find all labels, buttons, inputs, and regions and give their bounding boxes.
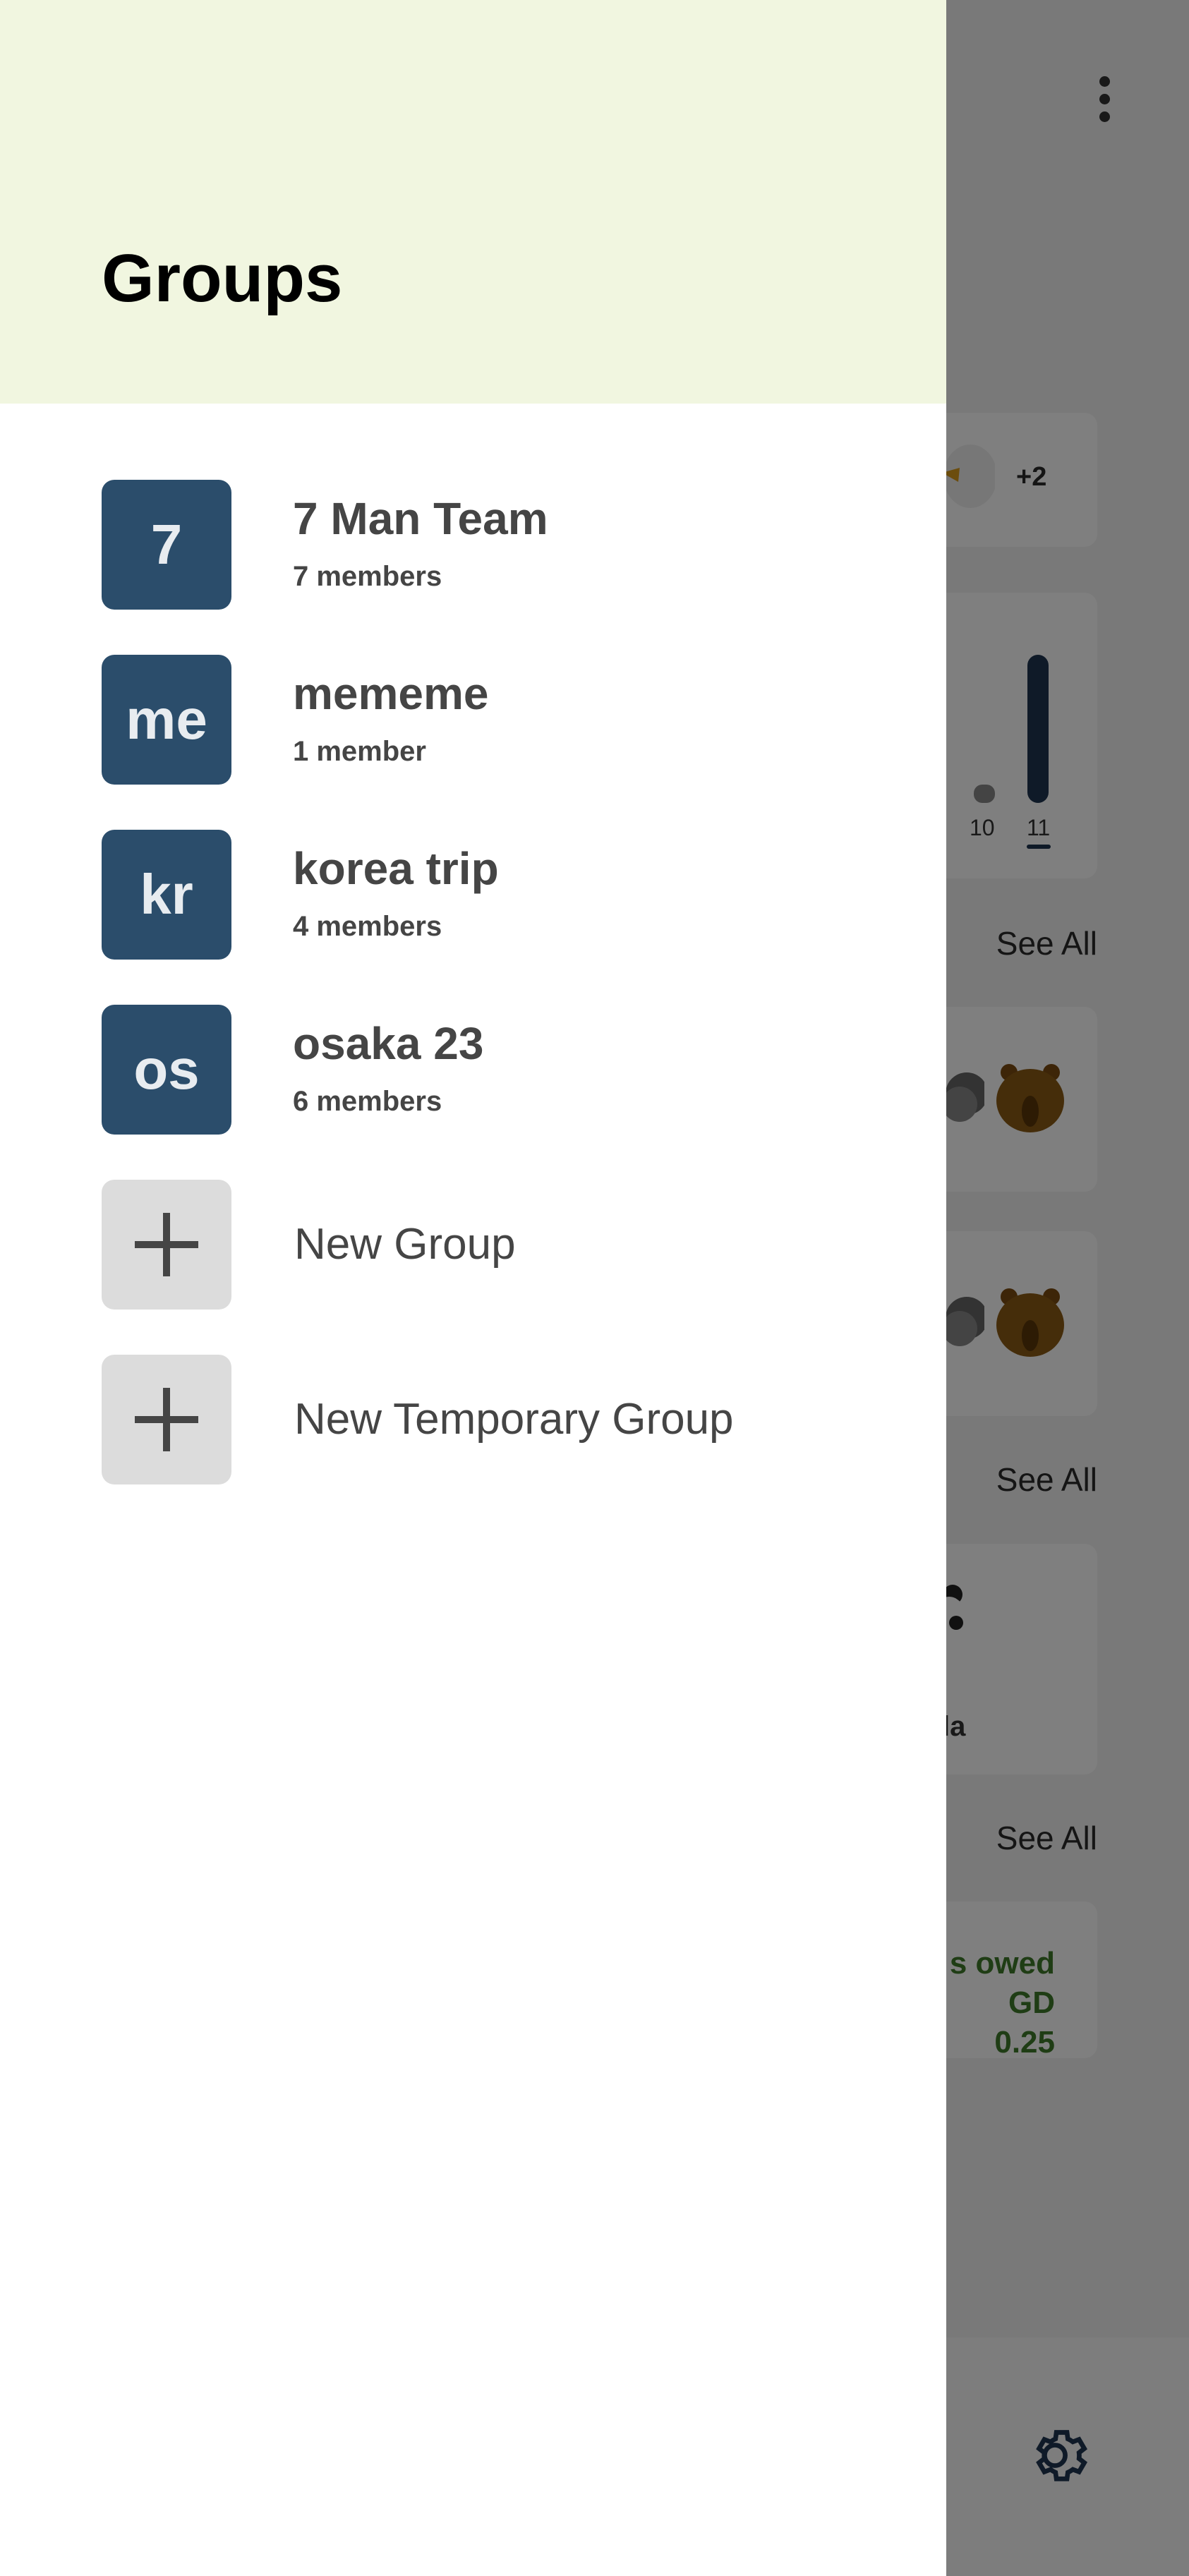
group-member-count: 7 members	[293, 561, 442, 592]
group-member-count: 4 members	[293, 911, 442, 942]
group-member-count: 6 members	[293, 1086, 442, 1117]
group-name: korea trip	[293, 843, 499, 894]
group-item-7-man-team[interactable]: 7 7 Man Team 7 members	[0, 480, 946, 621]
new-temporary-group-label: New Temporary Group	[294, 1395, 734, 1444]
group-name: mememe	[293, 668, 489, 719]
plus-icon	[102, 1180, 231, 1310]
group-avatar: me	[102, 655, 231, 785]
new-temporary-group-button[interactable]: New Temporary Group	[0, 1355, 946, 1489]
groups-drawer: Groups 7 7 Man Team 7 members me mememe …	[0, 0, 946, 2576]
group-avatar: kr	[102, 830, 231, 960]
group-avatar: os	[102, 1005, 231, 1135]
group-avatar: 7	[102, 480, 231, 610]
new-group-button[interactable]: New Group	[0, 1180, 946, 1314]
group-name: 7 Man Team	[293, 493, 548, 544]
plus-icon	[102, 1355, 231, 1484]
group-member-count: 1 member	[293, 736, 426, 767]
group-name: osaka 23	[293, 1018, 484, 1069]
group-item-mememe[interactable]: me mememe 1 member	[0, 655, 946, 796]
drawer-header: Groups	[0, 0, 946, 404]
drawer-title: Groups	[102, 241, 343, 316]
group-item-osaka-23[interactable]: os osaka 23 6 members	[0, 1005, 946, 1146]
group-item-korea-trip[interactable]: kr korea trip 4 members	[0, 830, 946, 971]
new-group-label: New Group	[294, 1220, 516, 1269]
